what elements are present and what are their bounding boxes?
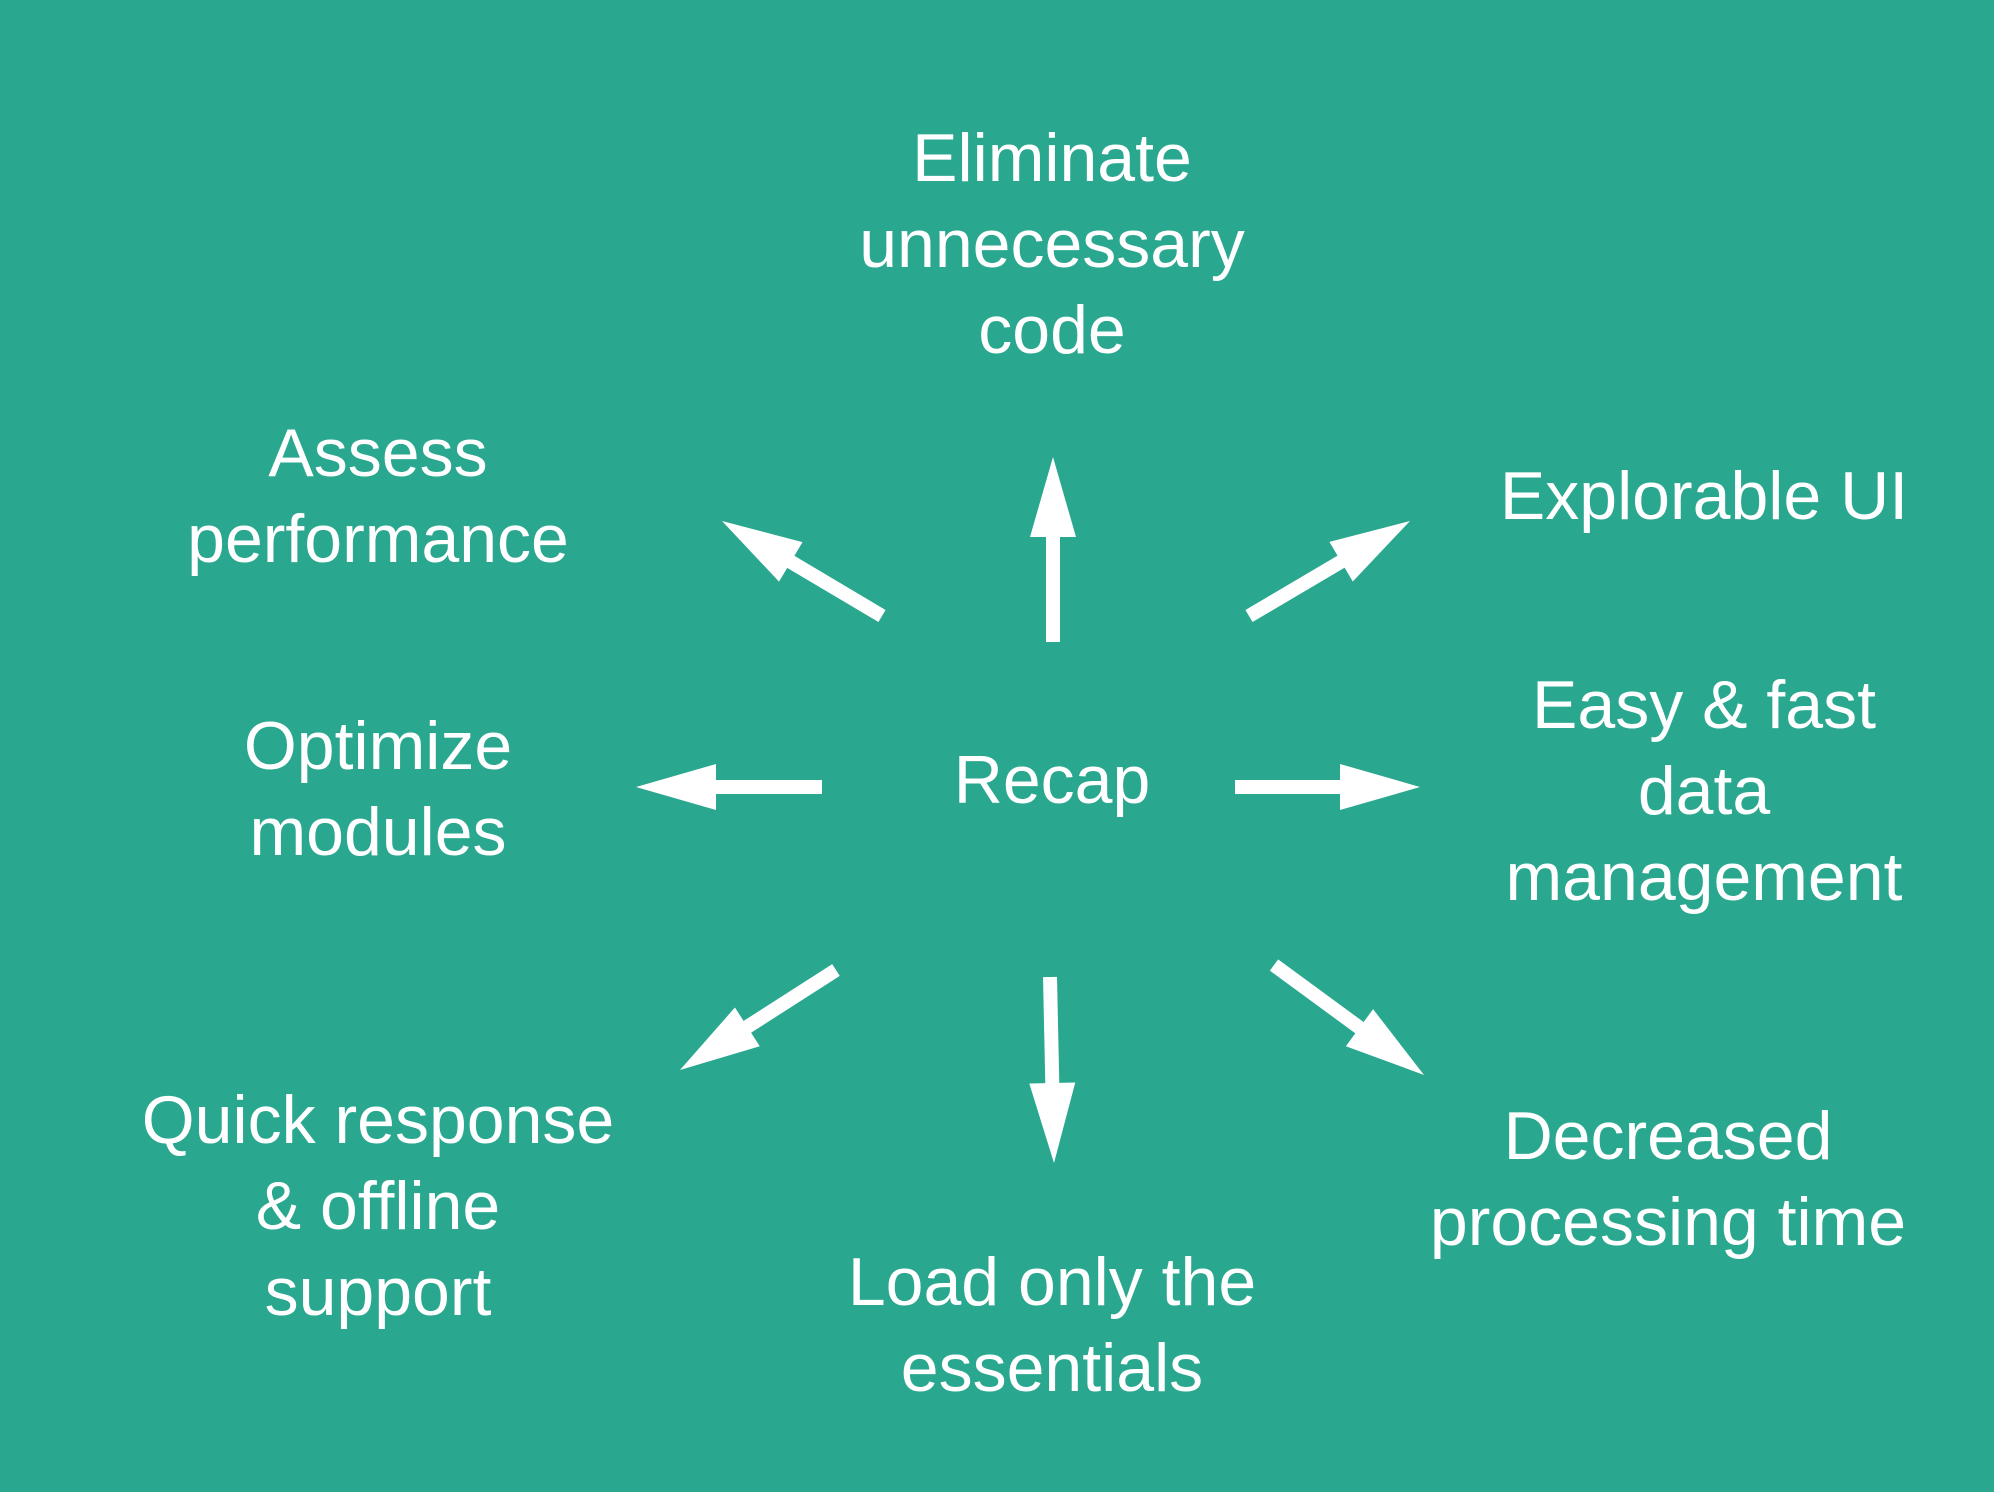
- arrow-left-head: [636, 764, 716, 810]
- node-line: processing time: [1429, 1184, 1907, 1260]
- node-line: unnecessary: [859, 206, 1245, 282]
- node-load-essentials: Load only the essentials: [848, 1239, 1256, 1411]
- node-line: Decreased: [1503, 1098, 1833, 1174]
- arrow-up: [1030, 457, 1076, 642]
- node-line: Quick response: [141, 1082, 615, 1158]
- arrow-right-head: [1340, 764, 1420, 810]
- node-line: Explorable UI: [1499, 458, 1909, 534]
- node-data-management: Easy & fast data management: [1506, 662, 1903, 920]
- arrow-down-right-shaft: [1269, 959, 1366, 1035]
- arrow-up-right-shaft: [1245, 554, 1347, 623]
- node-eliminate: Eliminate unnecessary code: [859, 115, 1245, 373]
- node-explorable: Explorable UI: [1500, 453, 1908, 539]
- arrow-left: [636, 764, 822, 810]
- node-line: Eliminate: [912, 120, 1192, 196]
- arrow-up-right-head: [1329, 521, 1410, 582]
- node-line: Easy & fast: [1532, 667, 1876, 743]
- node-quick-response: Quick response & offline support: [142, 1077, 614, 1335]
- arrow-up-left: [722, 521, 886, 623]
- arrow-down: [1029, 976, 1076, 1163]
- node-line: modules: [249, 794, 507, 870]
- arrow-down-right: [1269, 959, 1424, 1075]
- node-line: Assess: [268, 415, 488, 491]
- node-line: support: [264, 1254, 492, 1330]
- arrow-down-head: [1029, 1082, 1076, 1163]
- arrow-right: [1235, 764, 1420, 810]
- node-line: management: [1505, 839, 1903, 915]
- node-assess: Assess performance: [187, 410, 569, 582]
- arrow-down-left-shaft: [741, 964, 840, 1034]
- arrow-up-left-shaft: [785, 554, 886, 623]
- arrow-up-left-head: [722, 521, 803, 582]
- node-line: data: [1637, 753, 1771, 829]
- node-line: performance: [187, 501, 569, 577]
- node-line: Load only the: [847, 1244, 1257, 1320]
- arrow-down-left: [680, 964, 840, 1070]
- node-line: essentials: [900, 1330, 1204, 1406]
- node-line: Optimize: [243, 708, 513, 784]
- center-label: Recap: [954, 737, 1151, 823]
- node-optimize: Optimize modules: [244, 703, 512, 875]
- recap-diagram: Recap Eliminate unnecessary code Explora…: [0, 0, 1994, 1492]
- node-line: code: [978, 292, 1126, 368]
- arrow-up-right: [1245, 521, 1410, 623]
- node-processing: Decreased processing time: [1430, 1093, 1906, 1265]
- arrow-down-shaft: [1043, 976, 1060, 1086]
- node-line: & offline: [255, 1168, 501, 1244]
- arrow-down-left-head: [680, 1007, 760, 1070]
- center-label-text: Recap: [953, 742, 1151, 818]
- arrow-up-head: [1030, 457, 1076, 537]
